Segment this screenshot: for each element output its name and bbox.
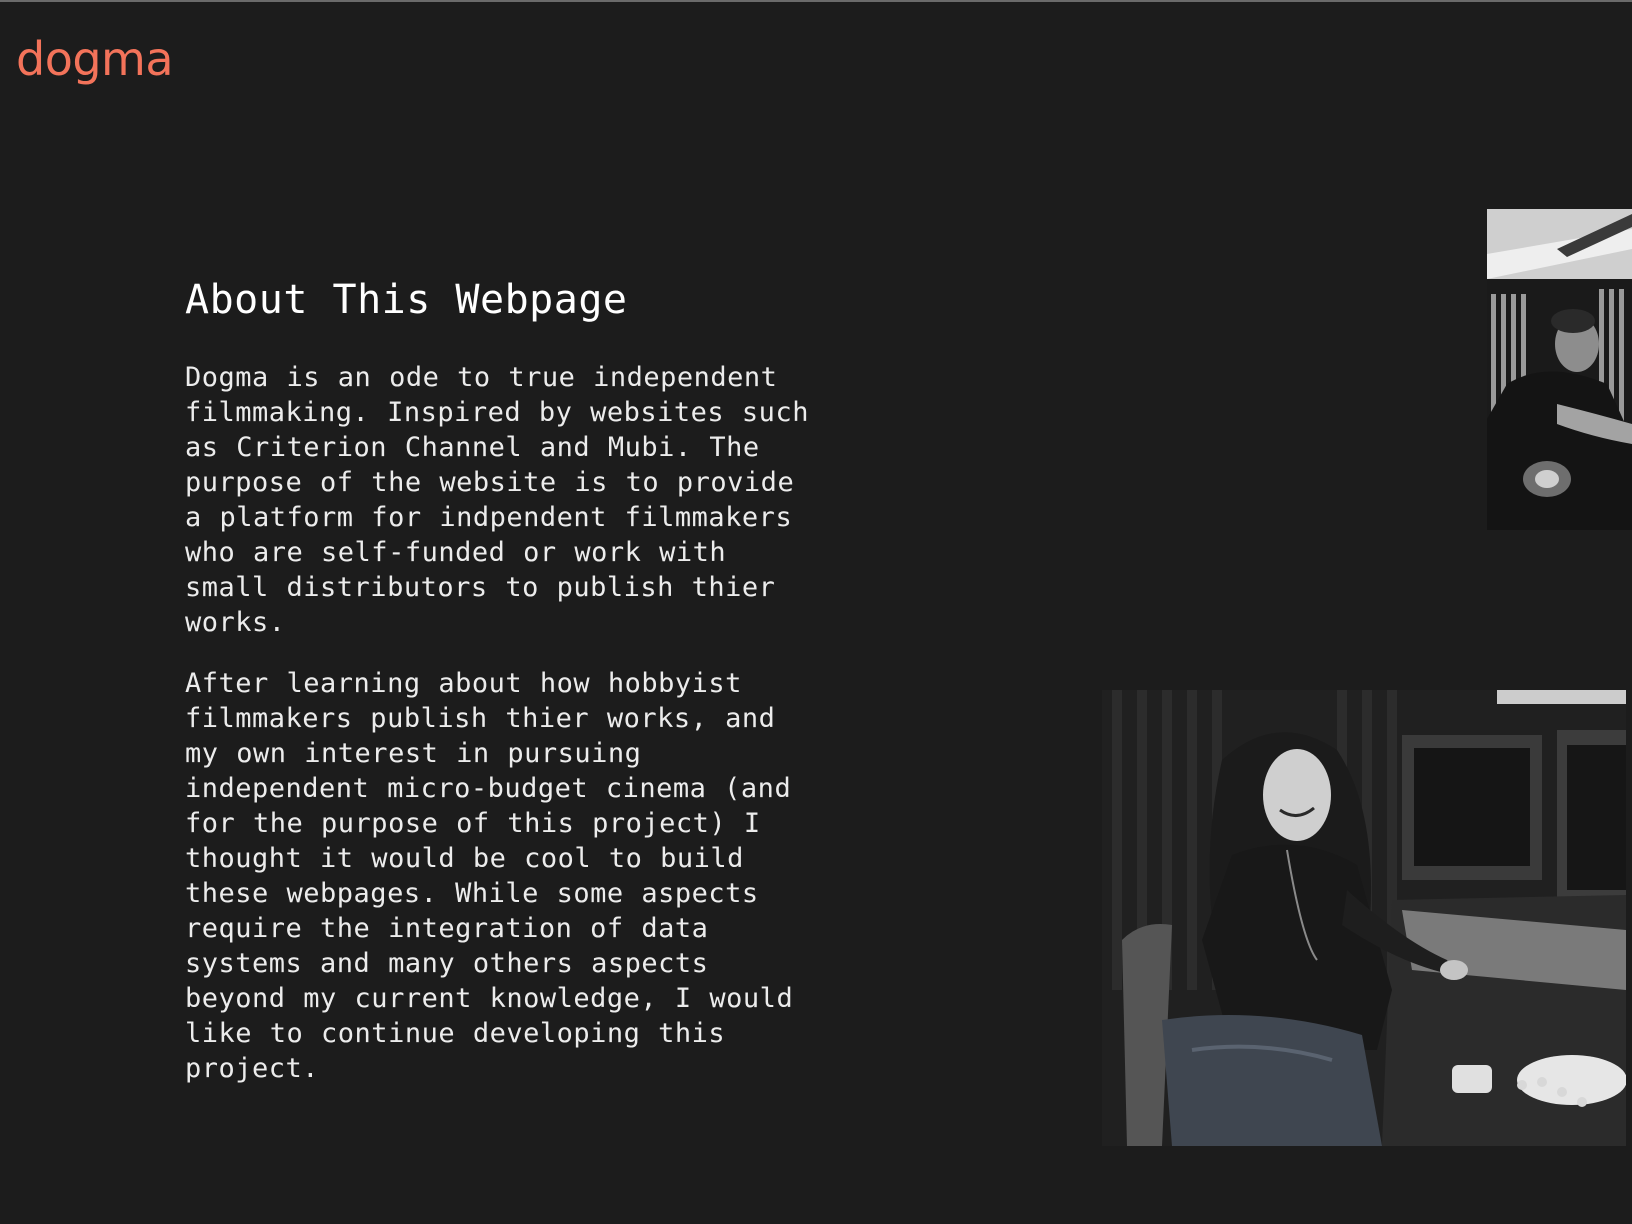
photo-man-editing [1487,209,1632,530]
photo-woman-editing-suite [1102,690,1626,1146]
logo-link[interactable]: dogma [16,36,174,82]
motivation-paragraph: After learning about how hobbyist filmma… [185,668,794,1084]
top-border [0,0,1632,2]
about-section: About This Webpage Dogma is an ode to tr… [185,274,825,1112]
page-title: About This Webpage [185,277,628,323]
intro-paragraph: Dogma is an ode to true independent film… [185,362,809,638]
